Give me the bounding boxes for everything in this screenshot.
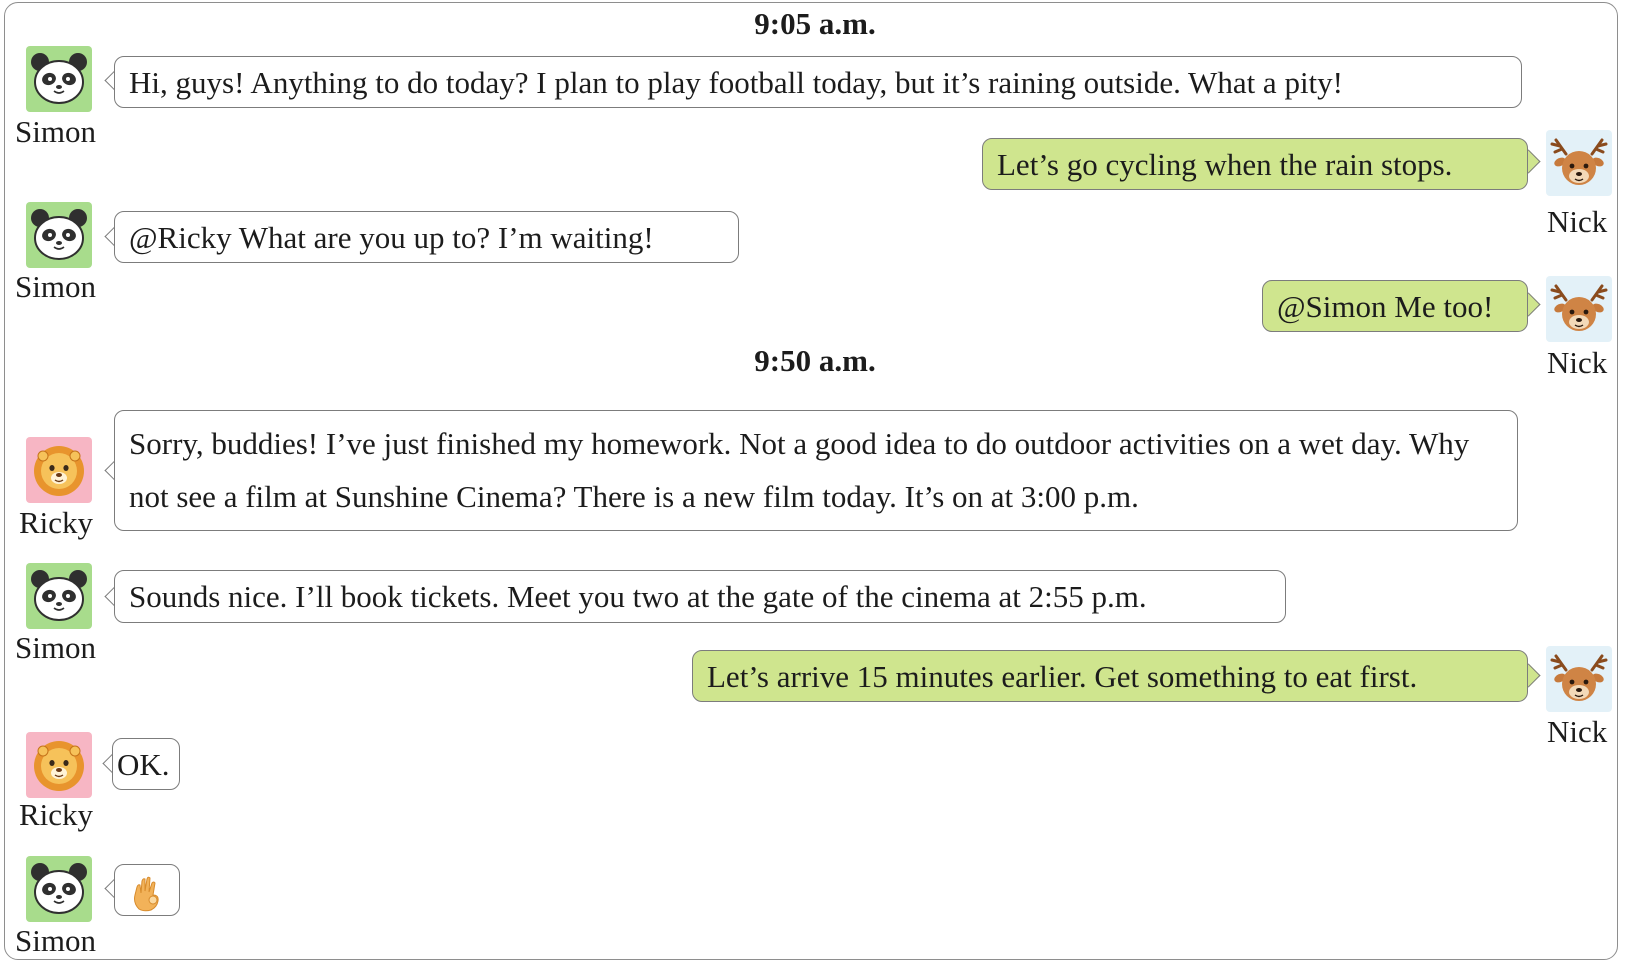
lion-icon — [26, 732, 92, 798]
ok-hand-icon — [127, 873, 167, 913]
deer-icon — [1546, 276, 1612, 342]
message-bubble: Let’s go cycling when the rain stops. — [982, 138, 1528, 190]
message-bubble: Sounds nice. I’ll book tickets. Meet you… — [114, 570, 1286, 623]
sender-name: Ricky — [19, 505, 94, 540]
avatar[interactable] — [26, 856, 92, 922]
sender-name: Simon — [15, 923, 96, 958]
avatar[interactable] — [26, 46, 92, 112]
message-bubble: @Simon Me too! — [1262, 280, 1528, 332]
sender-name: Nick — [1547, 204, 1608, 239]
avatar[interactable] — [26, 563, 92, 629]
deer-icon — [1546, 130, 1612, 196]
panda-icon — [26, 856, 92, 922]
timestamp: 9:50 a.m. — [754, 343, 876, 378]
message-bubble: OK. — [112, 738, 180, 790]
avatar[interactable] — [26, 732, 92, 798]
message-bubble: @Ricky What are you up to? I’m waiting! — [114, 211, 739, 263]
lion-icon — [26, 437, 92, 503]
timestamp: 9:05 a.m. — [754, 6, 876, 41]
avatar[interactable] — [1546, 130, 1612, 196]
avatar[interactable] — [1546, 646, 1612, 712]
message-bubble: Let’s arrive 15 minutes earlier. Get som… — [692, 650, 1528, 702]
sender-name: Ricky — [19, 797, 94, 832]
panda-icon — [26, 563, 92, 629]
sender-name: Nick — [1547, 714, 1608, 749]
message-bubble: Sorry, buddies! I’ve just finished my ho… — [114, 410, 1518, 531]
sender-name: Simon — [15, 269, 96, 304]
sender-name: Simon — [15, 114, 96, 149]
avatar[interactable] — [1546, 276, 1612, 342]
avatar[interactable] — [26, 202, 92, 268]
message-bubble: Hi, guys! Anything to do today? I plan t… — [114, 56, 1522, 108]
panda-icon — [26, 46, 92, 112]
sender-name: Nick — [1547, 345, 1608, 380]
message-bubble — [114, 864, 180, 916]
deer-icon — [1546, 646, 1612, 712]
avatar[interactable] — [26, 437, 92, 503]
panda-icon — [26, 202, 92, 268]
sender-name: Simon — [15, 630, 96, 665]
